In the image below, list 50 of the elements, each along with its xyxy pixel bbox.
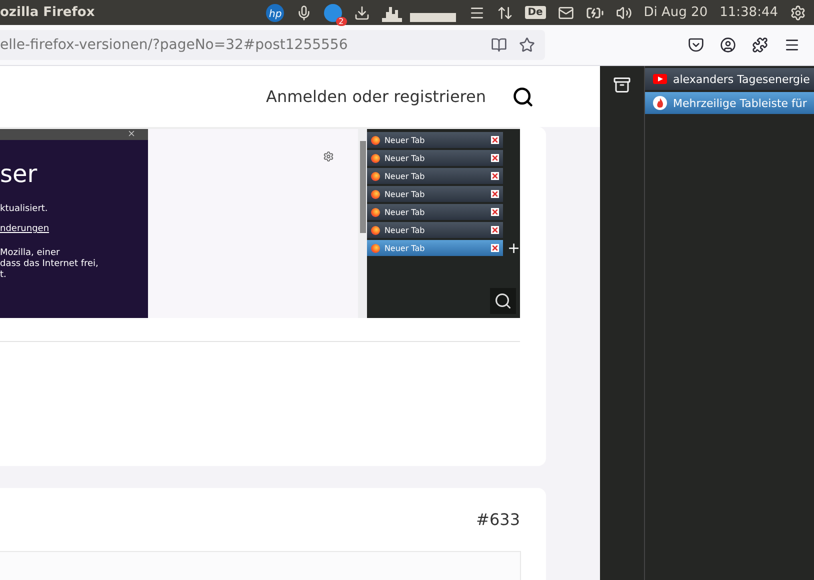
- welcome-heading: ser: [0, 160, 38, 188]
- tab[interactable]: Neuer Tab: [367, 222, 504, 238]
- extensions-icon[interactable]: [752, 37, 768, 53]
- close-icon[interactable]: [491, 208, 500, 216]
- tab[interactable]: Neuer Tab: [367, 186, 504, 202]
- menu-icon[interactable]: [468, 4, 485, 20]
- clock-label[interactable]: 11:38:44: [720, 5, 778, 20]
- search-icon[interactable]: [512, 86, 534, 108]
- url-field[interactable]: elle-firefox-versionen/?pageNo=32#post1255556: [0, 30, 545, 60]
- bookmark-star-icon[interactable]: [519, 37, 535, 53]
- welcome-text: Mozilla, einer: [0, 248, 61, 258]
- login-link[interactable]: Anmelden oder registrieren: [266, 87, 486, 106]
- close-icon[interactable]: [491, 154, 500, 162]
- account-icon[interactable]: [720, 37, 736, 53]
- download-icon[interactable]: [354, 4, 370, 20]
- post-number[interactable]: #633: [476, 510, 520, 529]
- tab[interactable]: Neuer Tab: [367, 150, 504, 166]
- archive-icon[interactable]: [613, 76, 631, 94]
- menu-icon[interactable]: [784, 37, 800, 53]
- tab[interactable]: Neuer Tab: [367, 132, 504, 148]
- tab[interactable]: Neuer Tab: [367, 204, 504, 220]
- network-icon[interactable]: [496, 4, 513, 20]
- keyboard-layout[interactable]: De: [524, 6, 546, 19]
- sidebar-tab[interactable]: Mehrzeilige Tableiste für: [645, 92, 814, 114]
- close-icon[interactable]: [491, 226, 500, 234]
- welcome-text: t.: [0, 270, 8, 280]
- video-icon: [653, 74, 667, 84]
- close-icon[interactable]: [491, 244, 500, 252]
- date-label[interactable]: Di Aug 20: [644, 5, 708, 20]
- printer-icon[interactable]: hp: [266, 4, 284, 22]
- reader-view-icon[interactable]: [491, 37, 507, 53]
- window-title: ozilla Firefox: [0, 5, 96, 20]
- search-icon[interactable]: [490, 288, 516, 314]
- welcome-text: ktualisiert.: [0, 204, 49, 214]
- tab[interactable]: Neuer Tab: [367, 168, 504, 184]
- settings-icon[interactable]: [322, 151, 334, 162]
- sidebar-tab[interactable]: alexanders Tagesenergie: [645, 68, 814, 90]
- microphone-icon[interactable]: [296, 4, 312, 20]
- tab[interactable]: Neuer Tab: [367, 240, 504, 256]
- close-icon: [127, 129, 136, 138]
- volume-icon[interactable]: [616, 4, 632, 20]
- close-icon[interactable]: [491, 172, 500, 180]
- pocket-icon[interactable]: [688, 37, 704, 53]
- close-icon[interactable]: [491, 190, 500, 198]
- mail-icon[interactable]: [558, 4, 574, 20]
- welcome-link[interactable]: nderungen: [0, 224, 148, 234]
- flame-icon: [653, 96, 667, 110]
- welcome-text: dass das Internet frei,: [0, 259, 100, 269]
- new-tab-button[interactable]: +: [507, 239, 520, 257]
- close-icon[interactable]: [491, 136, 500, 144]
